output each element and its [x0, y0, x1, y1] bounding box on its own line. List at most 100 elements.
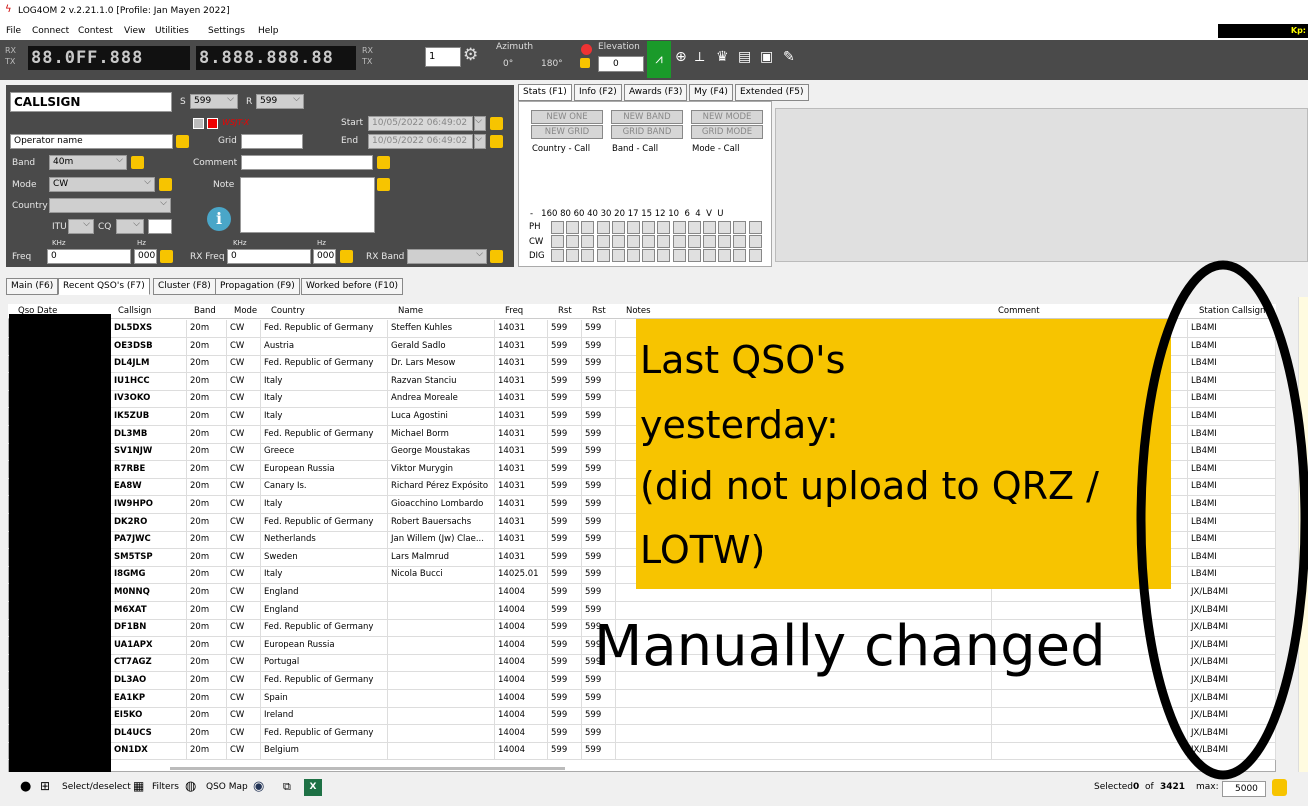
col-freq[interactable]: Freq — [505, 306, 523, 316]
rst-sent-select[interactable]: 599 — [190, 93, 238, 109]
lock-icon[interactable] — [490, 117, 503, 130]
start-spinner[interactable] — [474, 115, 486, 131]
filter-icon[interactable]: ▦ — [133, 779, 144, 793]
col-rst-rcvd[interactable]: Rst — [592, 306, 606, 316]
cell-mode: CW — [227, 337, 261, 356]
grid-input[interactable] — [241, 134, 303, 149]
tab-cluster[interactable]: Cluster (F8) — [153, 278, 216, 295]
qso-map-button[interactable]: QSO Map — [206, 782, 248, 792]
cq-select[interactable] — [116, 218, 144, 234]
excel-icon[interactable]: X — [304, 779, 322, 796]
mode-select[interactable]: CW — [49, 176, 155, 192]
table-row[interactable]: EI5KO 20m CW Ireland 14004 599 599 JX/LB4MI — [8, 707, 1276, 726]
power-icon[interactable]: ● — [20, 779, 31, 794]
cell-band: 20m — [187, 689, 227, 708]
start-time-input[interactable]: 10/05/2022 06:49:02 — [368, 116, 473, 131]
qrz-icon[interactable] — [176, 135, 189, 148]
col-notes[interactable]: Notes — [626, 306, 651, 316]
tab-main[interactable]: Main (F6) — [6, 278, 59, 295]
globe-icon[interactable]: ⊕ — [675, 49, 687, 65]
col-country[interactable]: Country — [271, 306, 305, 316]
max-input[interactable]: 5000 — [1222, 781, 1266, 797]
radio-selector-spinner[interactable]: 1 — [425, 47, 461, 67]
note-textarea[interactable] — [240, 177, 375, 233]
comment-input[interactable] — [241, 155, 373, 170]
freq-hz-input[interactable]: 000 — [134, 249, 157, 264]
lock-icon[interactable] — [490, 250, 503, 263]
cell-mode: CW — [227, 689, 261, 708]
memory-icon[interactable]: ▤ — [738, 49, 751, 65]
pen-icon[interactable]: ✎ — [783, 49, 795, 65]
antenna-icon[interactable]: ⩘ — [647, 41, 671, 78]
menu-file[interactable]: File — [6, 26, 21, 36]
selected-label: Selected — [1094, 782, 1134, 792]
menu-view[interactable]: View — [124, 26, 145, 36]
band-mode-cell — [672, 221, 686, 234]
menu-contest[interactable]: Contest — [78, 26, 113, 36]
select-grid-icon[interactable]: ⊞ — [40, 779, 50, 793]
rx-band-select[interactable] — [407, 248, 487, 264]
mode-row-dig: DIG — [529, 251, 545, 261]
operator-input[interactable]: Operator name — [10, 134, 173, 149]
horizontal-scrollbar[interactable] — [170, 767, 565, 770]
lock-icon[interactable] — [159, 178, 172, 191]
tab-stats[interactable]: Stats (F1) — [518, 84, 572, 101]
rst-received-select[interactable]: 599 — [256, 93, 304, 109]
window-icon[interactable]: ⧉ — [283, 780, 291, 794]
cell-band: 20m — [187, 531, 227, 549]
freq-khz-input[interactable]: 0 — [47, 249, 131, 264]
rotator-stop-icon[interactable] — [581, 44, 592, 55]
crown-icon[interactable]: ♛ — [716, 49, 729, 65]
menu-connect[interactable]: Connect — [32, 26, 69, 36]
satellite-icon[interactable]: ⟂ — [695, 49, 704, 65]
col-comment[interactable]: Comment — [998, 306, 1040, 316]
lock-icon[interactable] — [377, 178, 390, 191]
itu-label: ITU — [52, 222, 67, 232]
tab-my[interactable]: My (F4) — [689, 84, 733, 101]
lock-icon[interactable] — [377, 156, 390, 169]
lock-icon[interactable] — [490, 135, 503, 148]
menu-utilities[interactable]: Utilities — [155, 26, 189, 36]
rx-freq-khz-input[interactable]: 0 — [227, 249, 311, 264]
col-name[interactable]: Name — [398, 306, 423, 316]
band-select[interactable]: 40m — [49, 154, 127, 170]
tab-extended[interactable]: Extended (F5) — [735, 84, 809, 101]
band-mode-cell — [672, 235, 686, 248]
elevation-input[interactable]: 0 — [598, 56, 644, 72]
lock-icon[interactable] — [131, 156, 144, 169]
filters-button[interactable]: Filters — [152, 782, 179, 792]
table-row[interactable]: DL4UCS 20m CW Fed. Republic of Germany 14004… — [8, 724, 1276, 743]
lock-icon[interactable] — [580, 58, 590, 68]
tab-worked-before[interactable]: Worked before (F10) — [301, 278, 404, 295]
col-rst-sent[interactable]: Rst — [558, 306, 572, 316]
menu-settings[interactable]: Settings — [208, 26, 245, 36]
col-callsign[interactable]: Callsign — [118, 306, 151, 316]
cell-rst-sent: 599 — [548, 584, 582, 602]
table-row[interactable]: EA1KP 20m CW Spain 14004 599 599 JX/LB4MI — [8, 689, 1276, 708]
globe-icon[interactable]: ◍ — [185, 779, 196, 794]
info-icon[interactable]: i — [207, 207, 231, 231]
col-band[interactable]: Band — [194, 306, 216, 316]
callsign-input[interactable]: CALLSIGN — [10, 92, 172, 112]
table-row[interactable]: ON1DX 20m CW Belgium 14004 599 599 JX/LB4MI — [8, 742, 1276, 761]
cell-rst-rcvd: 599 — [582, 390, 616, 408]
col-mode[interactable]: Mode — [234, 306, 257, 316]
tab-awards[interactable]: Awards (F3) — [624, 84, 688, 101]
itu-select[interactable] — [68, 218, 94, 234]
country-select[interactable] — [49, 197, 171, 213]
tab-propagation[interactable]: Propagation (F9) — [215, 278, 300, 295]
band-mode-cell — [566, 221, 580, 234]
end-spinner[interactable] — [474, 133, 486, 149]
tab-recent-qsos[interactable]: Recent QSO's (F7) — [58, 278, 150, 295]
gear-icon[interactable]: ⚙ — [463, 45, 478, 65]
menu-help[interactable]: Help — [258, 26, 279, 36]
itu-cq-input[interactable] — [148, 219, 172, 234]
select-deselect-button[interactable]: Select/deselect — [62, 782, 131, 792]
lock-icon[interactable] — [160, 250, 173, 263]
tab-info[interactable]: Info (F2) — [574, 84, 622, 101]
rx-freq-hz-input[interactable]: 000 — [313, 249, 336, 264]
earth-icon[interactable]: ◉ — [253, 779, 264, 794]
end-time-input[interactable]: 10/05/2022 06:49:02 — [368, 134, 473, 149]
lock-icon[interactable] — [340, 250, 353, 263]
radio-icon[interactable]: ▣ — [760, 49, 773, 65]
